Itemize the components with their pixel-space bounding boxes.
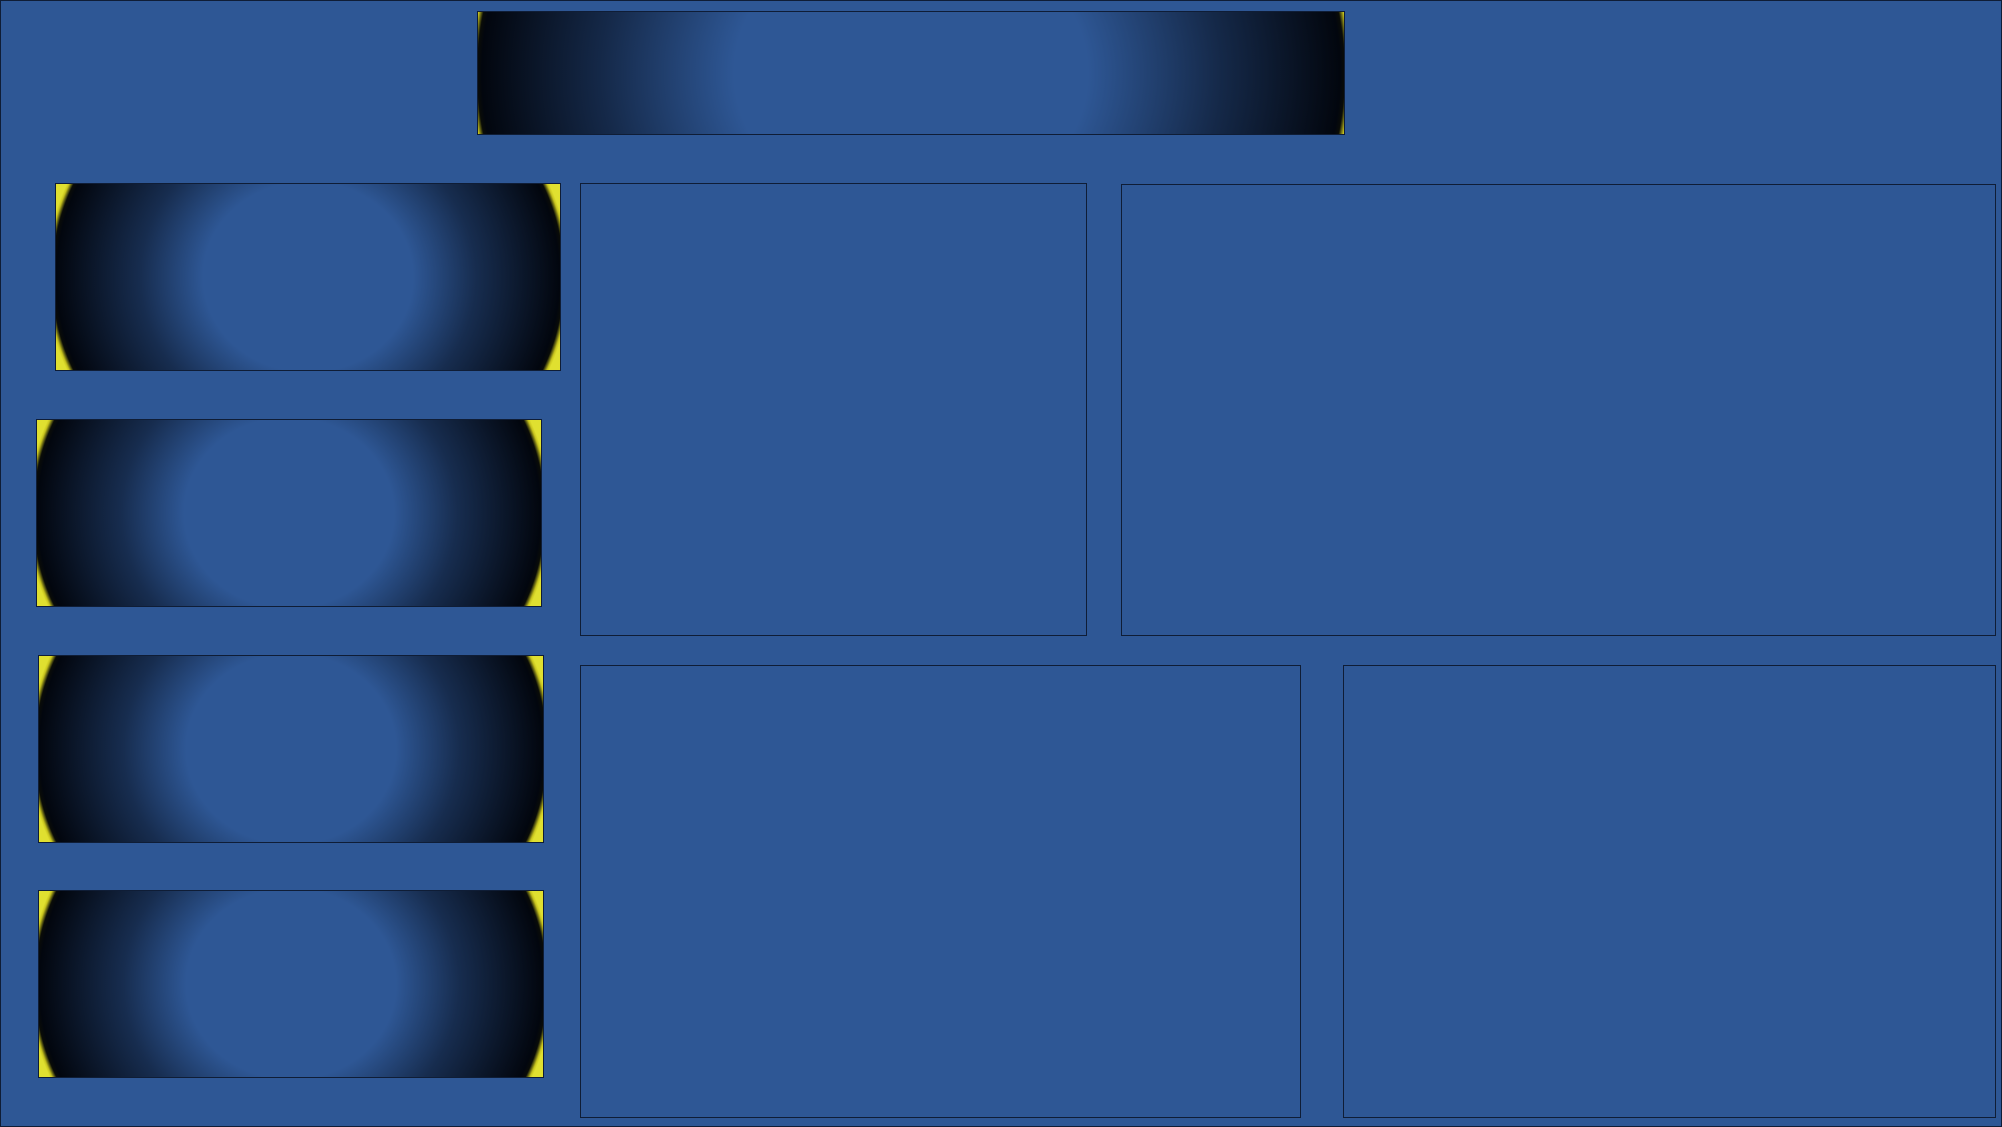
app-canvas <box>0 0 2002 1127</box>
side-card-3[interactable] <box>38 655 544 843</box>
content-panel-top-left <box>580 183 1087 636</box>
side-card-1[interactable] <box>55 183 561 371</box>
side-card-4[interactable] <box>38 890 544 1078</box>
content-panel-bottom-right <box>1343 665 1996 1118</box>
top-banner <box>477 11 1345 135</box>
side-card-2[interactable] <box>36 419 542 607</box>
content-panel-top-right <box>1121 184 1996 636</box>
content-panel-bottom-left <box>580 665 1301 1118</box>
